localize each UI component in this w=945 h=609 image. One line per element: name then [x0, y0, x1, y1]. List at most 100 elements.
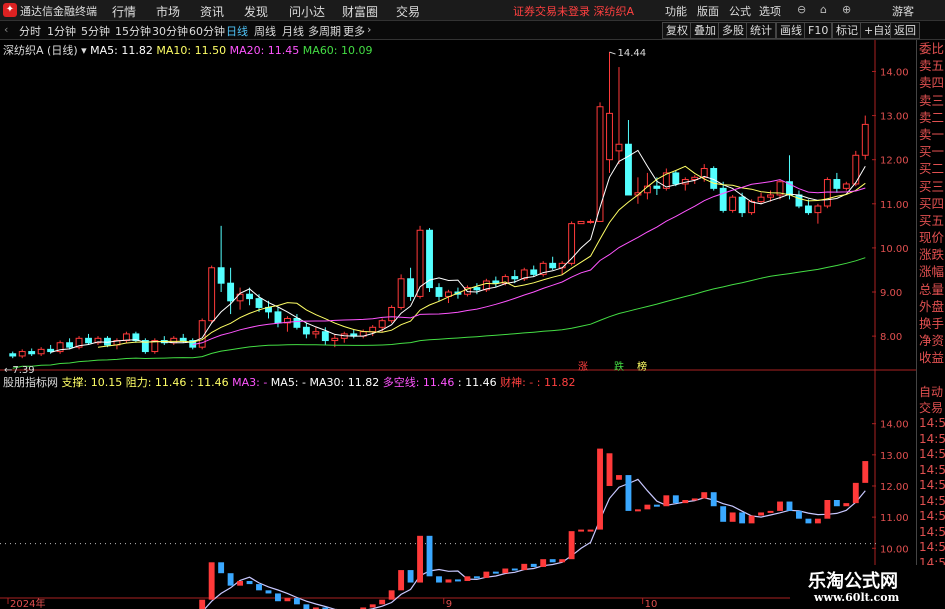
draw-button[interactable]: 画线	[776, 22, 806, 39]
multi-stock-button[interactable]: 多股	[718, 22, 748, 39]
indicator-bar	[455, 579, 461, 582]
formula-button[interactable]: 公式	[729, 3, 751, 19]
menu-discover[interactable]: 发现	[244, 3, 268, 20]
tf-more[interactable]: 更多	[343, 23, 365, 39]
back-button[interactable]: 返回	[890, 22, 920, 39]
candle-body	[179, 337, 187, 342]
stock-name: 深纺织A (日线)	[3, 44, 78, 57]
indicator-bar	[559, 559, 566, 563]
candle-body	[85, 337, 92, 344]
date-label: 10	[645, 599, 658, 609]
indicator-bar	[436, 576, 442, 583]
signal-label: 涨	[578, 361, 588, 373]
candle-body	[814, 205, 822, 214]
login-warning[interactable]: 证券交易未登录 深纺织A	[513, 3, 634, 19]
candle-body	[596, 106, 604, 222]
legend-ma20: MA20: 11.45	[229, 44, 300, 57]
dropdown-icon[interactable]: ▾	[81, 44, 87, 57]
overlay-button[interactable]: 叠加	[690, 22, 720, 39]
indicator-bar	[767, 510, 774, 513]
high-pointer	[609, 51, 616, 55]
candle-body	[795, 194, 803, 207]
f10-button[interactable]: F10	[804, 22, 833, 39]
indicator-bar	[502, 568, 509, 574]
indicator-bar	[653, 504, 660, 507]
indicator-bar	[824, 500, 831, 519]
stats-button[interactable]: 统计	[746, 22, 776, 39]
tf-monthly[interactable]: 月线	[282, 23, 304, 39]
indicator-bar	[748, 515, 755, 524]
candle-body	[369, 326, 377, 333]
menu-wealth[interactable]: 财富圈	[342, 3, 378, 20]
trade-time-label: 14:56	[919, 540, 945, 554]
candle-body	[321, 331, 329, 342]
quote-label: 外盘	[919, 298, 945, 314]
tf-multi[interactable]: 多周期	[308, 23, 341, 39]
trade-time-label: 14:56	[919, 431, 945, 446]
indicator-bar	[710, 492, 717, 507]
indicator-bar	[265, 590, 272, 594]
layout-button[interactable]: 版面	[697, 3, 719, 19]
menu-market[interactable]: 市场	[156, 3, 180, 20]
indicator-bar	[644, 504, 651, 510]
indicator-bar	[739, 512, 746, 524]
candle-body	[28, 351, 36, 355]
candle-body	[37, 348, 45, 355]
candle-body	[757, 196, 765, 203]
menu-trade[interactable]: 交易	[396, 3, 420, 20]
main-legend: 深纺织A (日线) ▾ MA5: 11.82 MA10: 11.50 MA20:…	[3, 42, 373, 58]
user-icon[interactable]: ⌂	[820, 3, 827, 16]
menu-news[interactable]: 资讯	[200, 3, 224, 20]
period-toolbar: ‹ 分时 1分钟 5分钟 15分钟 30分钟 60分钟 日线 周线 月线 多周期…	[0, 21, 945, 40]
candle-body	[842, 183, 850, 189]
mark-button[interactable]: 标记	[832, 22, 862, 39]
indicator-bar	[398, 570, 405, 591]
watermark: 乐淘公式网 www.60lt.com	[790, 565, 945, 609]
options-button[interactable]: 选项	[759, 3, 781, 19]
function-button[interactable]: 功能	[665, 3, 687, 19]
candle-body	[246, 293, 253, 300]
menu-xiaoda[interactable]: 问小达	[289, 3, 325, 20]
guest-button[interactable]: 游客	[892, 3, 914, 19]
tf-intraday[interactable]: 分时	[19, 23, 41, 39]
indicator-bar	[379, 599, 386, 605]
trade-time-label: 14:56	[919, 478, 945, 492]
tf-5min[interactable]: 5分钟	[81, 23, 110, 39]
indicator-bar	[445, 579, 452, 583]
legend-ma30: MA30: 11.82	[309, 376, 380, 389]
left-arrow-icon[interactable]: ‹	[4, 23, 8, 36]
indicator-bar	[284, 598, 291, 602]
tf-15min[interactable]: 15分钟	[115, 23, 151, 39]
trade-time-label: 14:56	[919, 462, 945, 477]
indicator-bar	[729, 512, 736, 522]
legend-ma5: MA5: 11.82	[90, 44, 153, 57]
adjust-button[interactable]: 复权	[662, 22, 692, 39]
main-tick-label: 8.00	[880, 332, 902, 343]
candle-body	[302, 326, 310, 335]
candle-body	[738, 196, 746, 214]
chevron-right-icon[interactable]: ›	[367, 23, 371, 36]
indicator-bar	[796, 510, 802, 519]
tf-60min[interactable]: 60分钟	[189, 23, 225, 39]
app-logo-icon: ✦	[3, 3, 17, 17]
tf-daily[interactable]: 日线	[226, 23, 248, 39]
maximize-icon[interactable]: ⊕	[842, 3, 851, 16]
tf-30min[interactable]: 30分钟	[152, 23, 188, 39]
tf-1min[interactable]: 1分钟	[47, 23, 76, 39]
legend-bull-bear-value: : 11.46	[457, 376, 497, 389]
indicator-bar	[303, 604, 310, 609]
main-tick-label: 11.00	[880, 200, 909, 211]
menu-hq[interactable]: 行情	[112, 3, 136, 20]
kline-chart[interactable]: 14.00 13.00 12.00 11.00 10.00 9.00 8.00 14.00 13…	[0, 40, 945, 609]
bull-bear-line	[203, 478, 866, 609]
tf-weekly[interactable]: 周线	[254, 23, 276, 39]
main-tick-label: 13.00	[880, 112, 909, 123]
candle-body	[397, 278, 405, 308]
minimize-icon[interactable]: ⊖	[797, 3, 806, 16]
quote-label: 卖三	[919, 92, 945, 108]
candle-body	[729, 196, 737, 211]
candle-body	[511, 276, 519, 280]
quote-label: 收益	[919, 350, 945, 366]
indicator-bar	[758, 512, 765, 516]
indicator-bar	[862, 461, 869, 483]
